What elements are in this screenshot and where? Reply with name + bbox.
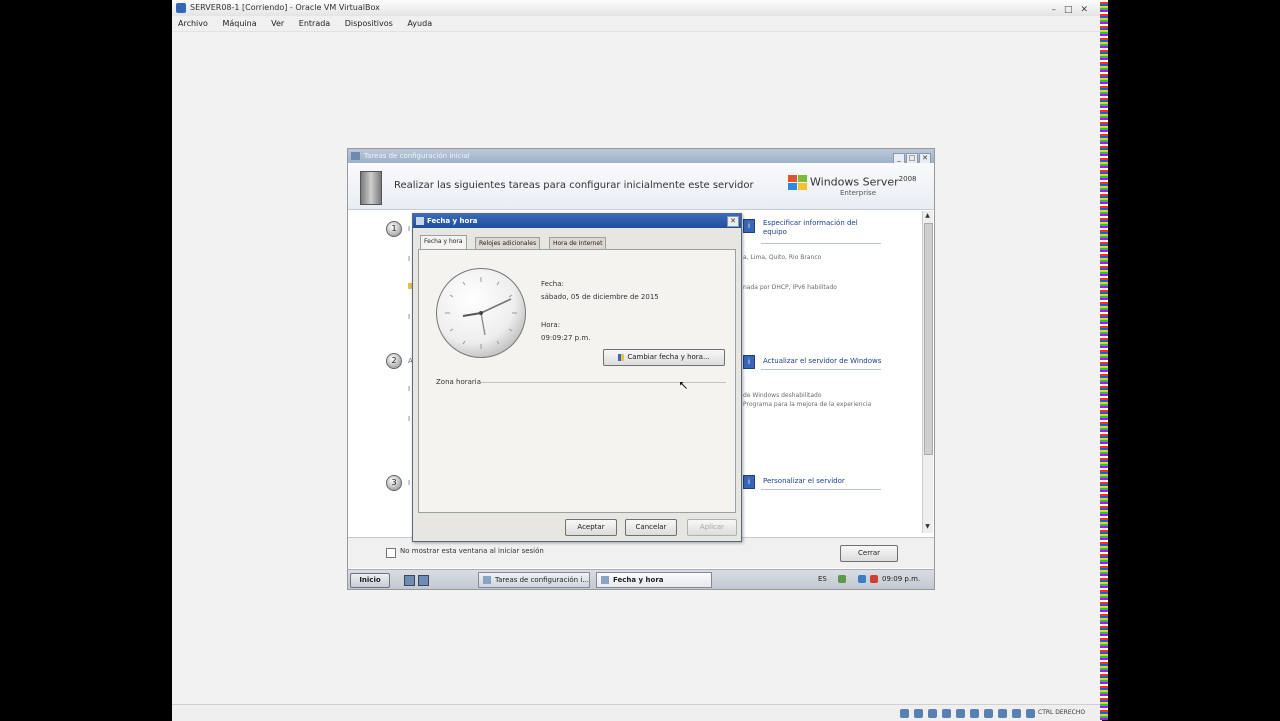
tab-fecha-hora[interactable]: Fecha y hora [420, 235, 467, 250]
aceptar-button[interactable]: Aceptar [565, 519, 617, 536]
step-3-badge: 3 [386, 475, 402, 491]
hora-label: Hora: [541, 321, 561, 329]
no-mostrar-label: No mostrar esta ventana al iniciar sesió… [400, 547, 544, 555]
itc-task-icon [483, 576, 491, 584]
scroll-up-icon[interactable]: ▲ [924, 212, 931, 220]
dialog-title: Fecha y hora [427, 217, 478, 225]
menu-maquina[interactable]: Máquina [222, 19, 256, 28]
dialog-titlebar: Fecha y hora ✕ [413, 214, 741, 228]
start-button[interactable]: Inicio [350, 573, 390, 588]
usb-icon[interactable] [928, 709, 937, 718]
tray-clock[interactable]: 09:09 p.m. [882, 572, 920, 587]
taskbar-item-fecha-hora[interactable]: Fecha y hora [596, 572, 712, 588]
security-tray-icon[interactable] [870, 575, 878, 583]
tray-icon[interactable] [858, 575, 866, 583]
fecha-label: Fecha: [541, 280, 564, 288]
updates-detail: de Windows deshabilitado [743, 392, 822, 399]
shield-icon [618, 353, 625, 361]
left-column-text: I [408, 225, 411, 233]
left-column-text: I [408, 385, 411, 393]
cambiar-fecha-hora-button[interactable]: Cambiar fecha y hora... [603, 349, 725, 366]
fecha-value: sábado, 05 de diciembre de 2015 [541, 293, 659, 301]
menu-entrada[interactable]: Entrada [299, 19, 330, 28]
menu-archivo[interactable]: Archivo [178, 19, 208, 28]
optical-drive-icon[interactable] [914, 709, 923, 718]
menu-dispositivos[interactable]: Dispositivos [345, 19, 393, 28]
left-column-text: I [408, 313, 411, 321]
logo-year: 2008 [898, 175, 917, 183]
cancelar-button[interactable]: Cancelar [625, 519, 677, 536]
ceip-detail: Programa para la mejora de la experienci… [743, 401, 872, 408]
capture-icon[interactable] [998, 709, 1007, 718]
mouse-integration-icon[interactable] [1026, 709, 1035, 718]
itc-title: Tareas de configuración inicial [364, 152, 470, 160]
powershell-icon[interactable] [418, 575, 429, 586]
guest-taskbar: Inicio Tareas de configuración i... Fech… [348, 569, 934, 589]
left-column-text: I [408, 415, 411, 423]
server-icon [360, 171, 382, 205]
task-info-icon: i [743, 219, 755, 233]
taskbar-item-itc[interactable]: Tareas de configuración i... [478, 572, 590, 588]
left-column-text: I [408, 479, 411, 487]
scroll-thumb[interactable] [924, 223, 933, 455]
cpu-icon[interactable] [1012, 709, 1021, 718]
screen-edge-artifact [1100, 0, 1108, 720]
shared-folders-icon[interactable] [970, 709, 979, 718]
menu-ver[interactable]: Ver [271, 19, 284, 28]
network-detail: nada por DHCP, IPv6 habilitado [743, 284, 837, 291]
clock-icon [416, 217, 424, 225]
clock-task-icon [601, 576, 609, 584]
close-icon[interactable]: ✕ [727, 216, 739, 227]
tab-panel: Fecha: sábado, 05 de diciembre de 2015 H… [418, 249, 736, 513]
maximize-icon[interactable]: □ [1064, 5, 1081, 15]
language-indicator[interactable]: ES [818, 572, 827, 587]
task-customize-icon: i [743, 475, 755, 489]
itc-titlebar: Tareas de configuración inicial _ □ ✕ [348, 149, 934, 164]
virtualbox-titlebar: SERVER08-1 [Corriendo] - Oracle VM Virtu… [172, 0, 1102, 17]
left-column-text: I [408, 255, 411, 263]
network-tray-icon[interactable] [838, 575, 846, 583]
audio-icon[interactable] [942, 709, 951, 718]
virtualbox-title: SERVER08-1 [Corriendo] - Oracle VM Virtu… [190, 3, 380, 12]
logo-product: Windows Server [810, 175, 899, 189]
zona-divider [481, 382, 726, 383]
scroll-down-icon[interactable]: ▼ [924, 523, 931, 531]
zona-horaria-label: Zona horaria [436, 378, 482, 386]
mouse-cursor-icon: ⭦ [679, 379, 688, 394]
logo-edition: Enterprise [840, 189, 877, 197]
display-icon[interactable] [984, 709, 993, 718]
aplicar-button[interactable]: Aplicar [687, 519, 737, 536]
fecha-hora-dialog: Fecha y hora ✕ Fecha y hora Relojes adic… [412, 213, 742, 542]
cerrar-button[interactable]: Cerrar [840, 545, 898, 562]
network-icon[interactable] [956, 709, 965, 718]
minimize-icon[interactable]: – [1051, 5, 1064, 15]
itc-header: Realizar las siguientes tareas para conf… [348, 163, 934, 210]
hard-disk-icon[interactable] [900, 709, 909, 718]
windows-server-logo: Windows Server2008 Enterprise [788, 173, 928, 205]
analog-clock-icon [436, 268, 526, 358]
hora-value: 09:09:27 p.m. [541, 334, 591, 342]
timezone-detail: a, Lima, Quito, Rio Branco [743, 254, 822, 261]
menu-ayuda[interactable]: Ayuda [407, 19, 432, 28]
task-update-icon: i [743, 355, 755, 369]
windows-flag-icon [788, 175, 808, 191]
virtualbox-app-icon [176, 3, 186, 13]
itc-heading: Realizar las siguientes tareas para conf… [394, 180, 754, 191]
system-tray: ES 09:09 p.m. [810, 572, 932, 587]
step-2-badge: 2 [386, 353, 402, 369]
host-key-label: CTRL DERECHO [1038, 709, 1086, 716]
virtualbox-menubar: Archivo Máquina Ver Entrada Dispositivos… [172, 16, 1102, 32]
no-mostrar-checkbox[interactable] [386, 548, 396, 558]
itc-window-icon [351, 152, 360, 160]
server-manager-icon[interactable] [404, 575, 415, 586]
step-1-badge: 1 [386, 221, 402, 237]
close-icon[interactable]: ✕ [1080, 5, 1096, 15]
virtualbox-statusbar: CTRL DERECHO [172, 704, 1102, 721]
itc-scrollbar[interactable]: ▲ ▼ [922, 211, 933, 533]
